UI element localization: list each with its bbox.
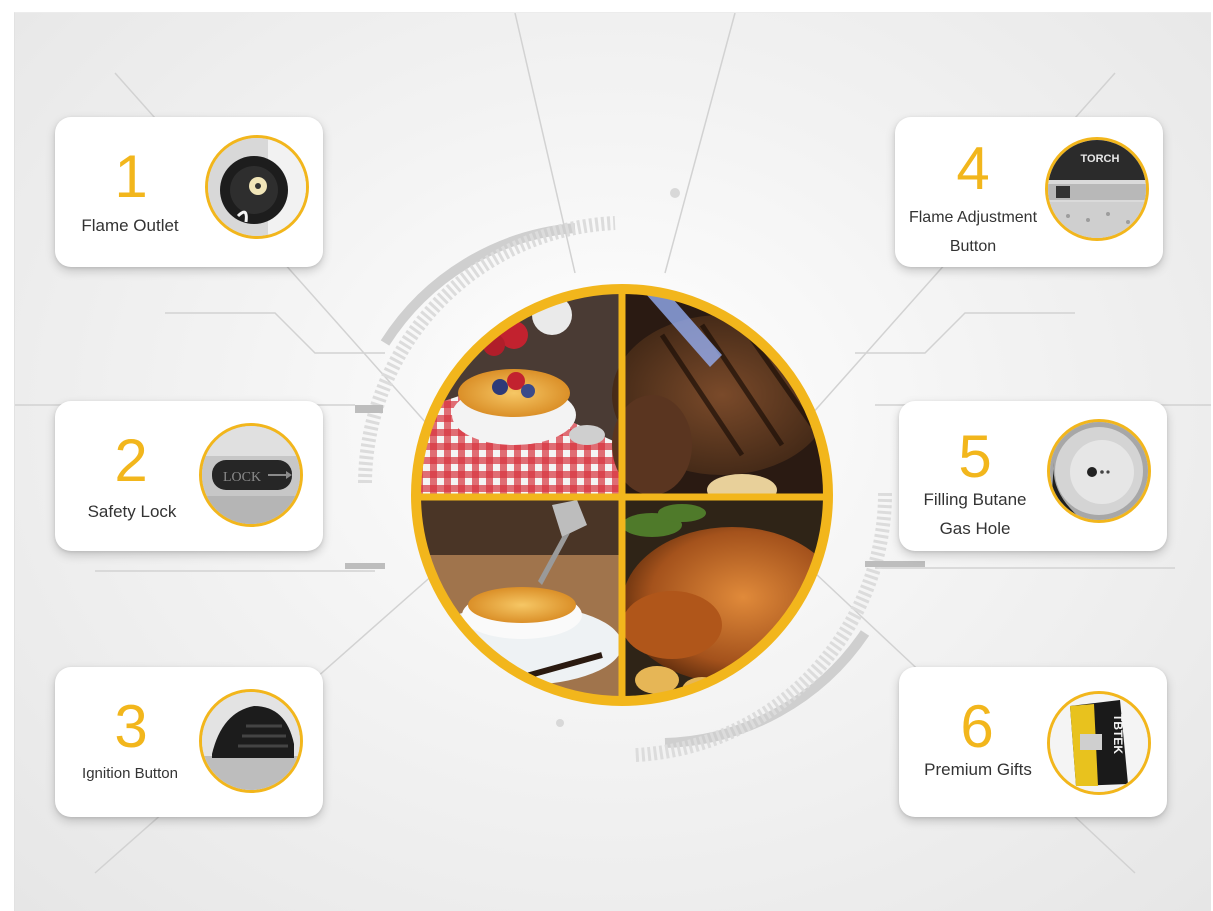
flame-outlet-icon: [205, 135, 309, 239]
feature-label: Premium Gifts: [924, 760, 1032, 779]
lock-icon: LOCK: [199, 423, 303, 527]
feature-number: 3: [114, 693, 148, 760]
feature-number: 6: [960, 693, 994, 760]
feature-label: Flame Outlet: [81, 216, 179, 235]
feature-card-5: 5 Filling Butane Gas Hole: [899, 401, 1167, 551]
feature-number: 2: [114, 427, 148, 494]
feature-label: Ignition Button: [82, 765, 178, 782]
feature-card-2: 2 Safety Lock LOCK: [55, 401, 323, 551]
gift-box-icon: TBTEK: [1047, 691, 1151, 795]
box-brand: TBTEK: [1111, 714, 1125, 754]
feature-card-6: 6 Premium Gifts TBTEK: [899, 667, 1167, 817]
feature-card-4: 4 Flame Adjustment Button TORCH: [895, 117, 1163, 267]
feature-card-1: 1 Flame Outlet: [55, 117, 323, 267]
feature-label: Filling Butane Gas Hole: [923, 490, 1027, 538]
adjust-knob-icon: TORCH: [1045, 137, 1149, 241]
ignition-button-icon: [199, 689, 303, 793]
torch-engraving: TORCH: [1081, 153, 1120, 165]
feature-label: Flame Adjustment Button: [908, 209, 1038, 255]
lock-engraving: LOCK: [223, 470, 261, 485]
food-collage-circle: [402, 275, 842, 715]
gas-hole-icon: [1047, 419, 1151, 523]
feature-card-3: 3 Ignition Button: [55, 667, 323, 817]
feature-number: 4: [956, 135, 990, 202]
feature-label: Safety Lock: [87, 502, 177, 521]
infographic-frame: 1 Flame Outlet 2 Safety Lock LOCK 3 Igni…: [14, 12, 1211, 911]
feature-number: 1: [114, 143, 148, 210]
feature-number: 5: [958, 423, 992, 490]
